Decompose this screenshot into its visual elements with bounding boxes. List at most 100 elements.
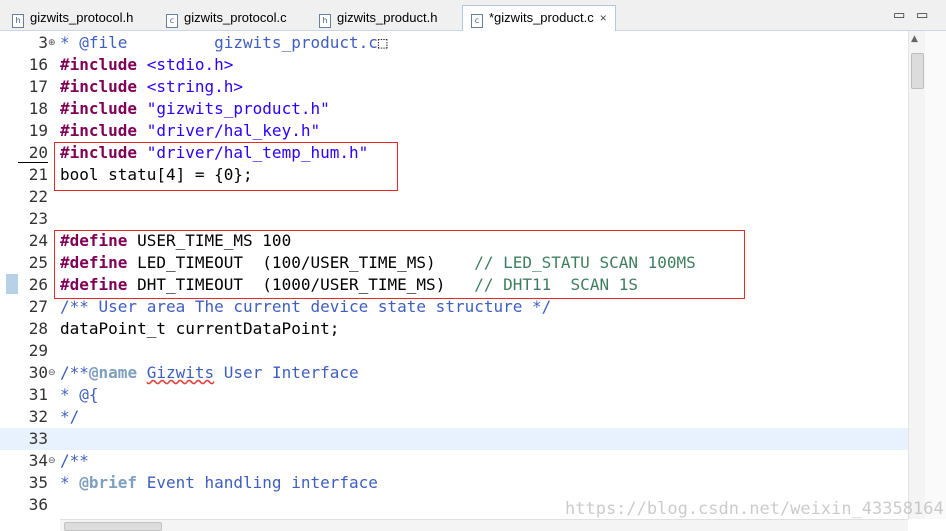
code-line[interactable]: 23 bbox=[0, 208, 908, 230]
code-token: /** bbox=[60, 451, 89, 470]
line-number: 24 bbox=[28, 231, 48, 250]
vertical-scrollbar[interactable]: ▲ bbox=[908, 31, 925, 519]
code-line[interactable]: 28 dataPoint_t currentDataPoint; bbox=[0, 318, 908, 340]
header-file-icon: h bbox=[319, 14, 331, 28]
code-line[interactable]: 17 #include <string.h> bbox=[0, 76, 908, 98]
code-token: /** User area The current device state s… bbox=[60, 297, 552, 316]
code-line[interactable]: 29 bbox=[0, 340, 908, 362]
tab-label: gizwits_protocol.h bbox=[30, 10, 134, 25]
line-number: 32 bbox=[28, 407, 48, 426]
code-token: Gizwits bbox=[146, 363, 215, 382]
current-line-indicator bbox=[18, 162, 48, 163]
code-token: @brief bbox=[79, 473, 138, 492]
tab-label: *gizwits_product.c bbox=[489, 10, 594, 25]
code-token: #include bbox=[60, 121, 138, 140]
close-icon[interactable]: × bbox=[600, 11, 607, 25]
code-line[interactable]: 18 #include "gizwits_product.h" bbox=[0, 98, 908, 120]
tab-label: gizwits_protocol.c bbox=[184, 10, 287, 25]
line-number: 33 bbox=[28, 429, 48, 448]
code-line[interactable]: 32 */ bbox=[0, 406, 908, 428]
line-number: 21 bbox=[28, 165, 48, 184]
code-token: @name bbox=[88, 363, 138, 382]
code-token: * @file gizwits_product.c bbox=[60, 33, 378, 52]
line-number: 26 bbox=[28, 275, 48, 294]
code-line[interactable]: 30 ⊖/**@name Gizwits User Interface bbox=[0, 362, 908, 384]
line-number: 3 bbox=[38, 33, 48, 52]
code-text: /** User area The current device state s… bbox=[60, 296, 551, 318]
expand-icon[interactable]: ⊕ bbox=[48, 32, 58, 54]
code-token: * @{ bbox=[60, 385, 99, 404]
collapse-icon[interactable]: ⊖ bbox=[48, 450, 58, 472]
highlight-box-includes bbox=[54, 142, 398, 191]
tab-gizwits-protocol-c[interactable]: c gizwits_protocol.c bbox=[158, 6, 295, 30]
collapse-icon[interactable]: ⊖ bbox=[48, 362, 58, 384]
line-number: 18 bbox=[28, 99, 48, 118]
highlight-box-defines bbox=[54, 230, 745, 299]
code-token: <string.h> bbox=[146, 77, 244, 96]
watermark: https://blog.csdn.net/weixin_43358164 bbox=[565, 499, 944, 519]
header-file-icon: h bbox=[12, 14, 24, 28]
tab-gizwits-product-h[interactable]: h gizwits_product.h bbox=[311, 6, 445, 30]
code-token: */ bbox=[60, 407, 80, 426]
code-text: /** bbox=[60, 450, 89, 472]
minimize-icon[interactable]: ▭ bbox=[893, 8, 905, 23]
code-line[interactable]: 3 ⊕ * @file gizwits_product.c⬚ bbox=[0, 32, 908, 54]
line-number: 25 bbox=[28, 253, 48, 272]
code-text: /**@name Gizwits User Interface bbox=[60, 362, 359, 384]
line-number: 28 bbox=[28, 319, 48, 338]
tab-gizwits-protocol-h[interactable]: h gizwits_protocol.h bbox=[4, 6, 141, 30]
line-number: 29 bbox=[28, 341, 48, 360]
code-line[interactable]: 19 #include "driver/hal_key.h" bbox=[0, 120, 908, 142]
line-number: 35 bbox=[28, 473, 48, 492]
code-text: * @brief Event handling interface bbox=[60, 472, 378, 494]
line-number: 19 bbox=[28, 121, 48, 140]
code-text: * @file gizwits_product.c⬚ bbox=[60, 32, 388, 54]
line-number: 16 bbox=[28, 55, 48, 74]
code-line[interactable]: 34 ⊖/** bbox=[0, 450, 908, 472]
c-file-icon: c bbox=[166, 14, 178, 28]
code-line[interactable]: 16 #include <stdio.h> bbox=[0, 54, 908, 76]
line-number: 27 bbox=[28, 297, 48, 316]
scroll-up-icon[interactable]: ▲ bbox=[911, 34, 918, 44]
line-number: 30 bbox=[28, 363, 48, 382]
maximize-icon[interactable]: ▭ bbox=[916, 8, 928, 23]
code-token: #include bbox=[60, 99, 138, 118]
tab-gizwits-product-c[interactable]: c *gizwits_product.c × bbox=[462, 5, 616, 31]
line-number: 31 bbox=[28, 385, 48, 404]
code-token: ⬚ bbox=[377, 33, 388, 52]
code-text: dataPoint_t currentDataPoint; bbox=[60, 318, 339, 340]
code-token: Event handling interface bbox=[137, 473, 378, 492]
code-token: dataPoint_t currentDataPoint; bbox=[60, 319, 340, 338]
code-text: #include "driver/hal_key.h" bbox=[60, 120, 320, 142]
horizontal-scrollbar[interactable] bbox=[60, 519, 908, 531]
code-token: #include bbox=[60, 55, 138, 74]
line-number: 34 bbox=[28, 451, 48, 470]
line-number: 17 bbox=[28, 77, 48, 96]
code-text: #include <stdio.h> bbox=[60, 54, 233, 76]
line-number: 23 bbox=[28, 209, 48, 228]
code-token: User Interface bbox=[214, 363, 359, 382]
line-number: 22 bbox=[28, 187, 48, 206]
code-token: "driver/hal_key.h" bbox=[146, 121, 321, 140]
code-text: */ bbox=[60, 406, 79, 428]
c-file-icon: c bbox=[471, 14, 483, 28]
editor-tab-bar: h gizwits_protocol.h c gizwits_protocol.c h g… bbox=[0, 0, 946, 31]
vertical-scroll-thumb[interactable] bbox=[911, 53, 924, 89]
code-text: #include "gizwits_product.h" bbox=[60, 98, 330, 120]
tab-label: gizwits_product.h bbox=[337, 10, 438, 25]
line-number: 20 bbox=[28, 143, 48, 162]
code-token: * bbox=[60, 473, 80, 492]
overview-ruler bbox=[925, 31, 946, 519]
code-line[interactable]: 33 bbox=[0, 428, 908, 450]
code-token: /** bbox=[60, 363, 89, 382]
code-line[interactable]: 35 * @brief Event handling interface bbox=[0, 472, 908, 494]
code-text: #include <string.h> bbox=[60, 76, 243, 98]
code-line[interactable]: 31 * @{ bbox=[0, 384, 908, 406]
code-token: #include bbox=[60, 77, 138, 96]
code-line[interactable]: 27 /** User area The current device state… bbox=[0, 296, 908, 318]
